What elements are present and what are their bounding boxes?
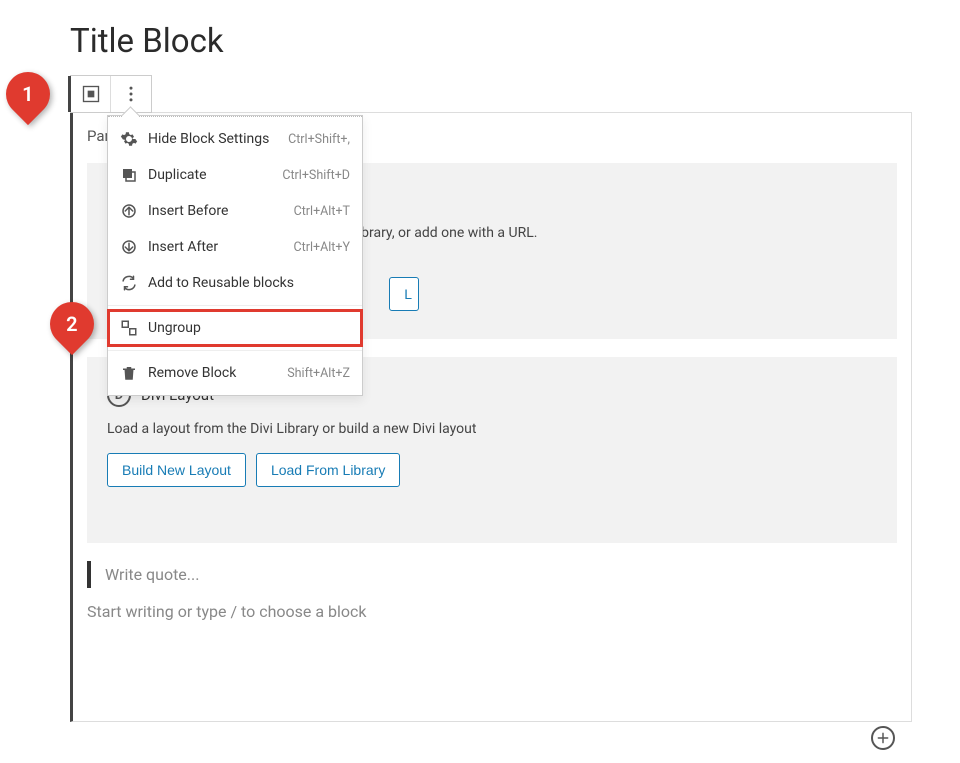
copy-icon: [120, 166, 138, 184]
block-type-button[interactable]: [71, 76, 111, 112]
menu-item-shortcut: Shift+Alt+Z: [287, 366, 350, 381]
reusable-icon: [120, 274, 138, 292]
menu-item-label: Insert After: [148, 239, 284, 255]
menu-item-insert-before[interactable]: Insert Before Ctrl+Alt+T: [108, 193, 362, 229]
trash-icon: [120, 364, 138, 382]
selection-indicator: [68, 76, 71, 112]
load-from-library-button[interactable]: Load From Library: [256, 453, 400, 487]
gear-icon: [120, 130, 138, 148]
menu-item-label: Add to Reusable blocks: [148, 275, 340, 291]
menu-item-remove[interactable]: Remove Block Shift+Alt+Z: [108, 355, 362, 391]
menu-item-label: Duplicate: [148, 167, 272, 183]
menu-item-hide-settings[interactable]: Hide Block Settings Ctrl+Shift+,: [108, 121, 362, 157]
url-button[interactable]: L: [389, 277, 419, 311]
menu-item-shortcut: Ctrl+Shift+,: [288, 132, 350, 147]
menu-item-shortcut: Ctrl+Alt+Y: [294, 240, 350, 255]
default-block-appender[interactable]: Start writing or type / to choose a bloc…: [87, 602, 897, 621]
menu-item-label: Hide Block Settings: [148, 131, 278, 147]
menu-item-insert-after[interactable]: Insert After Ctrl+Alt+Y: [108, 229, 362, 265]
plus-icon: [876, 731, 890, 745]
add-block-button[interactable]: [871, 726, 895, 750]
marker-number: 2: [66, 312, 77, 336]
menu-item-ungroup[interactable]: Ungroup: [108, 310, 362, 346]
appender-placeholder-text: Start writing or type / to choose a bloc…: [87, 602, 367, 621]
quote-block[interactable]: Write quote...: [87, 561, 897, 588]
marker-number: 1: [22, 82, 33, 106]
menu-item-label: Insert Before: [148, 203, 284, 219]
menu-item-label: Remove Block: [148, 365, 277, 381]
menu-item-reusable[interactable]: Add to Reusable blocks: [108, 265, 362, 301]
group-block-icon: [81, 84, 101, 104]
block-options-menu: Hide Block Settings Ctrl+Shift+, Duplica…: [107, 115, 363, 396]
more-vertical-icon: [121, 84, 141, 104]
insert-after-icon: [120, 238, 138, 256]
post-title[interactable]: Title Block: [70, 22, 912, 75]
menu-item-shortcut: Ctrl+Shift+D: [282, 168, 350, 183]
menu-section-2: Ungroup: [108, 306, 362, 351]
build-new-layout-button[interactable]: Build New Layout: [107, 453, 246, 487]
quote-placeholder-text: Write quote...: [105, 565, 199, 584]
ungroup-icon: [120, 319, 138, 337]
menu-item-shortcut: Ctrl+Alt+T: [294, 204, 350, 219]
annotation-marker-1: 1: [0, 63, 59, 125]
menu-item-label: Ungroup: [148, 320, 340, 336]
menu-section-3: Remove Block Shift+Alt+Z: [108, 351, 362, 395]
insert-before-icon: [120, 202, 138, 220]
menu-item-duplicate[interactable]: Duplicate Ctrl+Shift+D: [108, 157, 362, 193]
block-toolbar: [70, 75, 152, 113]
menu-section-1: Hide Block Settings Ctrl+Shift+, Duplica…: [108, 116, 362, 306]
divi-block-description: Load a layout from the Divi Library or b…: [107, 421, 877, 437]
